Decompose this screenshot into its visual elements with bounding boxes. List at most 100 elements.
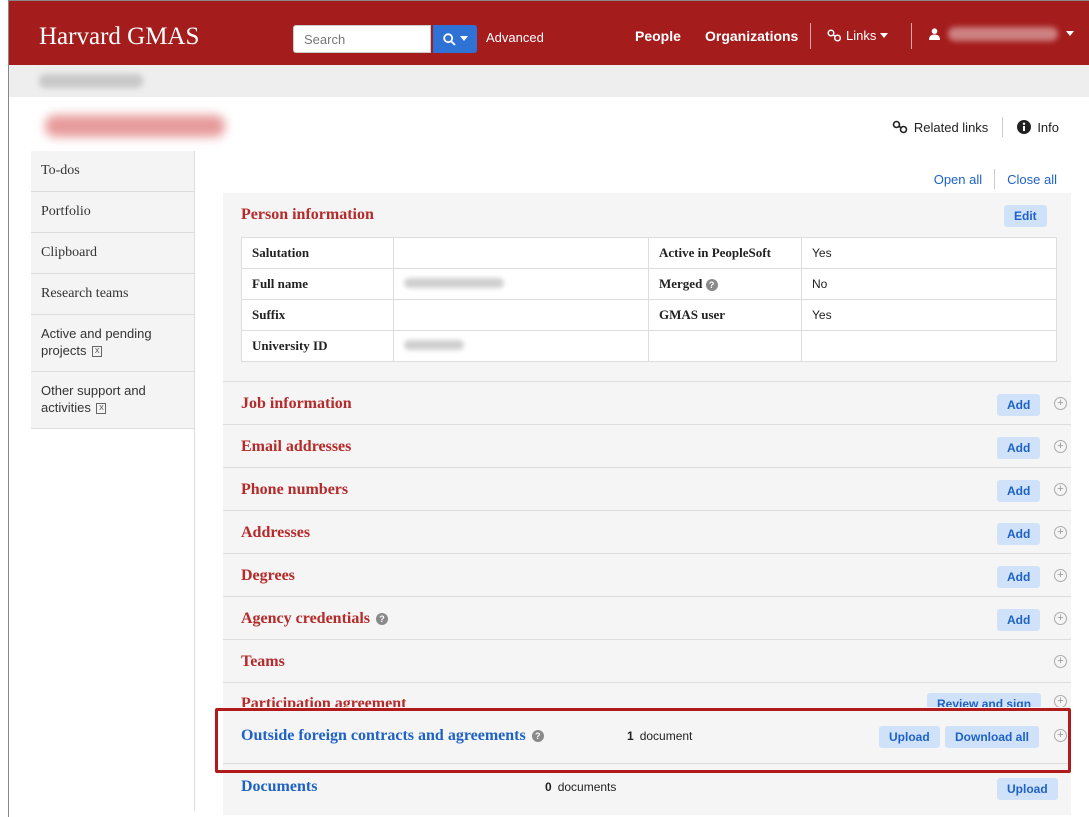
sidebar-item-other-support[interactable]: Other support and activities X (31, 372, 194, 429)
section-title[interactable]: Addresses (241, 524, 310, 542)
expand-icon[interactable]: + (1054, 729, 1067, 742)
page-left-margin (0, 0, 8, 817)
help-icon[interactable]: ? (705, 279, 718, 291)
links-label: Links (846, 28, 877, 43)
sidebar-item-research-teams[interactable]: Research teams (31, 274, 194, 315)
links-menu[interactable]: Links (827, 28, 889, 43)
search-input[interactable] (293, 25, 431, 53)
table-row: University ID (241, 330, 1057, 362)
expand-controls: Open all Close all (934, 169, 1057, 189)
section-teams: Teams + (223, 640, 1071, 683)
help-icon[interactable]: ? (376, 613, 389, 625)
search-icon (442, 32, 456, 46)
section-documents: Documents 0 documents Upload (223, 764, 1071, 815)
expand-icon[interactable]: + (1054, 569, 1067, 582)
link-icon (892, 120, 908, 134)
sidebar-item-todos[interactable]: To-dos (31, 151, 194, 192)
add-button[interactable]: Add (997, 437, 1041, 459)
expand-icon[interactable]: + (1054, 440, 1067, 453)
redacted-value (404, 340, 464, 350)
search-button[interactable] (433, 25, 477, 53)
section-title[interactable]: Person information (241, 206, 374, 224)
help-icon[interactable]: ? (531, 730, 544, 742)
user-menu[interactable] (929, 27, 1074, 41)
field-value (393, 237, 649, 269)
add-button[interactable]: Add (997, 566, 1041, 588)
document-count-number: 0 (545, 780, 552, 794)
section-job-information: Job information Add + (223, 382, 1071, 425)
link-icon (827, 29, 842, 42)
field-label: Salutation (241, 237, 394, 269)
section-degrees: Degrees Add + (223, 554, 1071, 597)
upload-button[interactable]: Upload (997, 778, 1058, 800)
review-and-sign-button[interactable]: Review and sign (927, 693, 1042, 707)
nav-organizations[interactable]: Organizations (705, 28, 798, 44)
document-count: 1 document (627, 729, 692, 743)
upload-button[interactable]: Upload (879, 726, 940, 748)
edit-button[interactable]: Edit (1004, 205, 1047, 227)
field-value (393, 268, 649, 300)
section-title[interactable]: Teams (241, 653, 285, 671)
section-title: Agency credentials (241, 610, 371, 627)
field-value: Yes (801, 299, 1057, 331)
section-title[interactable]: Email addresses (241, 438, 351, 456)
document-count-number: 1 (627, 729, 634, 743)
section-agency-credentials: Agency credentials ? Add + (223, 597, 1071, 640)
expand-icon[interactable]: + (1054, 655, 1067, 668)
expand-icon[interactable]: + (1054, 526, 1067, 539)
add-button[interactable]: Add (997, 609, 1041, 631)
section-title-wrap[interactable]: Outside foreign contracts and agreements… (241, 727, 544, 745)
breadcrumb-redacted[interactable] (39, 74, 143, 88)
caret-down-icon (880, 32, 889, 38)
nav-people[interactable]: People (635, 28, 681, 44)
caret-down-icon (1066, 31, 1074, 36)
section-person-information: Person information Edit Salutation Activ… (223, 193, 1071, 382)
section-addresses: Addresses Add + (223, 511, 1071, 554)
section-title: Outside foreign contracts and agreements (241, 727, 526, 744)
expand-icon[interactable]: + (1054, 397, 1067, 410)
field-label: Suffix (241, 299, 394, 331)
field-value (801, 330, 1057, 362)
download-all-button[interactable]: Download all (945, 726, 1040, 748)
section-phone-numbers: Phone numbers Add + (223, 468, 1071, 511)
table-row: Suffix GMAS user Yes (241, 299, 1057, 331)
excel-icon[interactable]: X (96, 403, 107, 415)
add-button[interactable]: Add (997, 394, 1041, 416)
expand-icon[interactable]: + (1054, 612, 1067, 625)
sidebar: To-dos Portfolio Clipboard Research team… (31, 151, 194, 429)
field-label: GMAS user (648, 299, 802, 331)
sidebar-item-portfolio[interactable]: Portfolio (31, 192, 194, 233)
advanced-search-link[interactable]: Advanced (486, 30, 544, 45)
page-title-redacted (45, 115, 225, 137)
info-button[interactable]: Info (1017, 120, 1059, 135)
document-count: 0 documents (545, 780, 616, 794)
nav-divider (810, 23, 811, 49)
brand-logo[interactable]: Harvard GMAS (39, 23, 199, 51)
app-window: Harvard GMAS Advanced People Organizatio… (8, 0, 1089, 817)
related-links-label: Related links (913, 119, 989, 135)
main-panel: Person information Edit Salutation Activ… (223, 193, 1071, 815)
breadcrumb (9, 65, 1089, 97)
excel-icon[interactable]: X (92, 346, 103, 358)
section-title-wrap[interactable]: Agency credentials ? (241, 610, 389, 628)
expand-icon[interactable]: + (1054, 483, 1067, 496)
field-label: University ID (241, 330, 394, 362)
section-title[interactable]: Participation agreement (241, 695, 406, 707)
close-all-link[interactable]: Close all (1007, 172, 1057, 187)
section-title[interactable]: Documents (241, 778, 317, 796)
sidebar-item-active-pending-projects[interactable]: Active and pending projects X (31, 315, 194, 372)
add-button[interactable]: Add (997, 480, 1041, 502)
section-title[interactable]: Phone numbers (241, 481, 348, 499)
expand-icon[interactable]: + (1054, 695, 1067, 707)
section-title[interactable]: Degrees (241, 567, 295, 585)
person-info-table: Salutation Active in PeopleSoft Yes Full… (241, 237, 1057, 362)
related-links-button[interactable]: Related links (892, 120, 988, 135)
field-value: No (801, 268, 1057, 300)
document-count-unit: documents (557, 780, 617, 794)
sidebar-item-clipboard[interactable]: Clipboard (31, 233, 194, 274)
field-value (393, 330, 649, 362)
add-button[interactable]: Add (997, 523, 1041, 545)
open-all-link[interactable]: Open all (934, 172, 982, 187)
section-title[interactable]: Job information (241, 395, 352, 413)
nav-divider (911, 23, 912, 49)
